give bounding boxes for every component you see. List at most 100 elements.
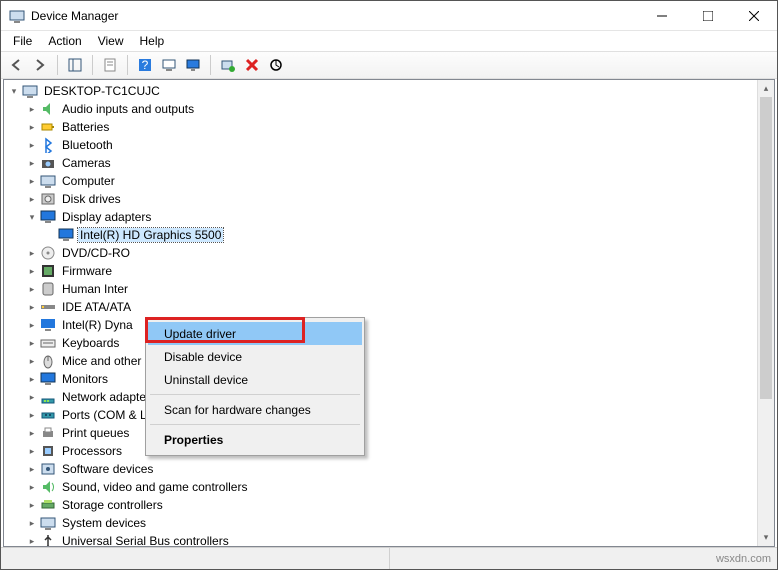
tree-category-label: Firmware: [60, 264, 114, 278]
battery-icon: [40, 119, 56, 135]
menu-action[interactable]: Action: [40, 32, 89, 50]
expand-collapse-icon[interactable]: [24, 104, 40, 115]
close-button[interactable]: [731, 1, 777, 30]
tree-category[interactable]: Human Inter: [6, 280, 757, 298]
tree-category[interactable]: Software devices: [6, 460, 757, 478]
menu-help[interactable]: Help: [132, 32, 173, 50]
device-tree[interactable]: DESKTOP-TC1CUJC Audio inputs and outputs…: [4, 80, 757, 546]
ctx-properties[interactable]: Properties: [148, 428, 362, 451]
scan-hardware-button[interactable]: [217, 54, 239, 76]
tree-category[interactable]: DVD/CD-RO: [6, 244, 757, 262]
tree-category[interactable]: Network adapters: [6, 388, 757, 406]
tree-panel: DESKTOP-TC1CUJC Audio inputs and outputs…: [3, 79, 775, 547]
tree-category[interactable]: Bluetooth: [6, 136, 757, 154]
disk-icon: [40, 191, 56, 207]
expand-collapse-icon[interactable]: [24, 356, 40, 367]
expand-collapse-icon[interactable]: [24, 518, 40, 529]
expand-collapse-icon[interactable]: [24, 248, 40, 259]
maximize-button[interactable]: [685, 1, 731, 30]
tree-category[interactable]: Keyboards: [6, 334, 757, 352]
expand-collapse-icon[interactable]: [24, 374, 40, 385]
expand-collapse-icon[interactable]: [24, 122, 40, 133]
tree-category[interactable]: Batteries: [6, 118, 757, 136]
expand-collapse-icon[interactable]: [24, 410, 40, 421]
storage-icon: [40, 497, 56, 513]
tree-category[interactable]: Display adapters: [6, 208, 757, 226]
expand-collapse-icon[interactable]: [24, 158, 40, 169]
uninstall-button[interactable]: [241, 54, 263, 76]
statusbar: [1, 547, 777, 569]
bluetooth-icon: [40, 137, 56, 153]
titlebar: Device Manager: [1, 1, 777, 31]
toolbar-separator: [92, 55, 93, 75]
tree-category[interactable]: Ports (COM & LPT): [6, 406, 757, 424]
expand-collapse-icon[interactable]: [24, 482, 40, 493]
tree-root-label: DESKTOP-TC1CUJC: [42, 84, 162, 98]
properties-button[interactable]: [99, 54, 121, 76]
vertical-scrollbar[interactable]: ▴ ▾: [757, 80, 774, 546]
ctx-disable-device[interactable]: Disable device: [148, 345, 362, 368]
expand-collapse-icon[interactable]: [24, 536, 40, 547]
scroll-up-button[interactable]: ▴: [758, 80, 774, 97]
tree-category-label: Print queues: [60, 426, 131, 440]
expand-collapse-icon[interactable]: [24, 194, 40, 205]
back-button[interactable]: [5, 54, 27, 76]
forward-button[interactable]: [29, 54, 51, 76]
tree-category[interactable]: Universal Serial Bus controllers: [6, 532, 757, 546]
tree-category[interactable]: Processors: [6, 442, 757, 460]
tree-category[interactable]: Computer: [6, 172, 757, 190]
expand-collapse-icon[interactable]: [24, 212, 40, 223]
tree-category[interactable]: Print queues: [6, 424, 757, 442]
expand-collapse-icon[interactable]: [24, 140, 40, 151]
expand-collapse-icon[interactable]: [24, 500, 40, 511]
toolbar-separator: [127, 55, 128, 75]
monitor-button[interactable]: [182, 54, 204, 76]
tree-category[interactable]: Disk drives: [6, 190, 757, 208]
show-hide-tree-button[interactable]: [64, 54, 86, 76]
tree-category[interactable]: IDE ATA/ATA: [6, 298, 757, 316]
ctx-scan-hardware[interactable]: Scan for hardware changes: [148, 398, 362, 421]
expand-collapse-icon[interactable]: [24, 338, 40, 349]
menu-view[interactable]: View: [90, 32, 132, 50]
tree-category[interactable]: Firmware: [6, 262, 757, 280]
tree-category[interactable]: Audio inputs and outputs: [6, 100, 757, 118]
tree-category[interactable]: Monitors: [6, 370, 757, 388]
update-driver-button[interactable]: [265, 54, 287, 76]
tree-category-label: Audio inputs and outputs: [60, 102, 196, 116]
expand-collapse-icon[interactable]: [24, 464, 40, 475]
expand-collapse-icon[interactable]: [24, 320, 40, 331]
expand-collapse-icon[interactable]: [24, 302, 40, 313]
expand-collapse-icon[interactable]: [24, 428, 40, 439]
ctx-update-driver[interactable]: Update driver: [148, 322, 362, 345]
ctx-uninstall-device[interactable]: Uninstall device: [148, 368, 362, 391]
speaker-icon: [40, 101, 56, 117]
usb-icon: [40, 533, 56, 546]
tree-category[interactable]: Cameras: [6, 154, 757, 172]
computers-button[interactable]: [158, 54, 180, 76]
help-button[interactable]: ?: [134, 54, 156, 76]
tree-category-label: Universal Serial Bus controllers: [60, 534, 231, 546]
tree-category[interactable]: System devices: [6, 514, 757, 532]
expand-collapse-icon[interactable]: [24, 266, 40, 277]
tree-category-label: Computer: [60, 174, 117, 188]
menu-file[interactable]: File: [5, 32, 40, 50]
scroll-track[interactable]: [758, 97, 774, 529]
tree-category[interactable]: Sound, video and game controllers: [6, 478, 757, 496]
mouse-icon: [40, 353, 56, 369]
expand-collapse-icon[interactable]: [24, 284, 40, 295]
scroll-down-button[interactable]: ▾: [758, 529, 774, 546]
tree-root[interactable]: DESKTOP-TC1CUJC: [6, 82, 757, 100]
tree-category[interactable]: Intel(R) Dyna: [6, 316, 757, 334]
expand-collapse-icon[interactable]: [24, 392, 40, 403]
minimize-button[interactable]: [639, 1, 685, 30]
tree-category[interactable]: Mice and other pointing devices: [6, 352, 757, 370]
scroll-thumb[interactable]: [760, 97, 772, 399]
expand-collapse-icon[interactable]: [24, 446, 40, 457]
tree-device-label: Intel(R) HD Graphics 5500: [78, 228, 223, 242]
expand-collapse-icon[interactable]: [24, 176, 40, 187]
tree-category[interactable]: Storage controllers: [6, 496, 757, 514]
tree-category-label: Sound, video and game controllers: [60, 480, 249, 494]
expand-collapse-icon[interactable]: [6, 86, 22, 97]
tree-device[interactable]: Intel(R) HD Graphics 5500: [6, 226, 757, 244]
context-menu: Update driver Disable device Uninstall d…: [145, 317, 365, 456]
